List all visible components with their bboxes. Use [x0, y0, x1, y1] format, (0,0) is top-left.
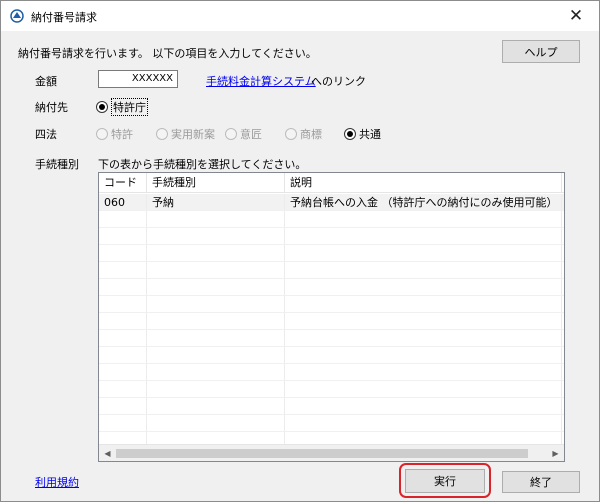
law-radio-utility[interactable]: 実用新案	[156, 126, 215, 142]
instruction-text: 納付番号請求を行います。 以下の項目を入力してください。	[18, 45, 317, 61]
payee-label: 納付先	[35, 99, 68, 115]
table-row-empty	[99, 262, 564, 279]
law-radio-common[interactable]: 共通	[344, 126, 381, 142]
table-row-empty	[99, 415, 564, 432]
horizontal-scrollbar[interactable]: ◀ ▶	[99, 444, 564, 461]
scroll-left-icon[interactable]: ◀	[99, 445, 116, 462]
run-button[interactable]: 実行	[405, 469, 485, 493]
table-row[interactable]: 060 予納 予納台帳への入金 （特許庁への納付にのみ使用可能）	[99, 194, 564, 211]
cell-code: 060	[99, 194, 147, 210]
procedure-instruction: 下の表から手続種別を選択してください。	[98, 156, 306, 172]
procedure-table[interactable]: コード 手続種別 説明 060 予納 予納台帳への入金 （特許庁への納付にのみ使…	[98, 172, 565, 462]
window-title: 納付番号請求	[31, 9, 97, 25]
column-header-code[interactable]: コード	[99, 173, 147, 193]
law-option-label: 商標	[300, 126, 322, 142]
cell-type: 予納	[147, 194, 285, 210]
amount-label: 金額	[35, 73, 57, 89]
table-row-empty	[99, 279, 564, 296]
title-bar: 納付番号請求 ✕	[1, 1, 599, 31]
radio-indicator	[285, 128, 297, 140]
law-option-label: 共通	[359, 126, 381, 142]
radio-indicator	[96, 101, 108, 113]
law-radio-design[interactable]: 意匠	[225, 126, 262, 142]
table-row-empty	[99, 211, 564, 228]
table-row-empty	[99, 330, 564, 347]
column-header-type[interactable]: 手続種別	[147, 173, 285, 193]
close-icon: ✕	[569, 6, 583, 26]
link-suffix-text: へのリンク	[311, 73, 366, 89]
table-body: 060 予納 予納台帳への入金 （特許庁への納付にのみ使用可能）	[99, 194, 564, 443]
radio-indicator	[344, 128, 356, 140]
radio-indicator	[225, 128, 237, 140]
radio-indicator	[156, 128, 168, 140]
terms-of-use-link[interactable]: 利用規約	[35, 474, 79, 490]
column-header-description[interactable]: 説明	[285, 173, 562, 193]
scroll-right-icon[interactable]: ▶	[547, 445, 564, 462]
law-label: 四法	[35, 126, 57, 142]
table-row-empty	[99, 296, 564, 313]
end-button[interactable]: 終了	[502, 471, 580, 493]
radio-indicator	[96, 128, 108, 140]
law-radio-patent[interactable]: 特許	[96, 126, 133, 142]
table-row-empty	[99, 228, 564, 245]
dialog-body: 納付番号請求を行います。 以下の項目を入力してください。 ヘルプ 金額 XXXX…	[1, 31, 599, 501]
close-button[interactable]: ✕	[553, 1, 599, 31]
table-row-empty	[99, 381, 564, 398]
law-option-label: 特許	[111, 126, 133, 142]
payee-radio-jpo[interactable]: 特許庁	[96, 98, 148, 116]
payee-option-label: 特許庁	[111, 98, 148, 116]
table-row-empty	[99, 364, 564, 381]
law-option-label: 実用新案	[171, 126, 215, 142]
table-row-empty	[99, 347, 564, 364]
table-row-empty	[99, 313, 564, 330]
dialog-window: 納付番号請求 ✕ 納付番号請求を行います。 以下の項目を入力してください。 ヘル…	[0, 0, 600, 502]
table-row-empty	[99, 398, 564, 415]
table-row-empty	[99, 245, 564, 262]
law-radio-trademark[interactable]: 商標	[285, 126, 322, 142]
fee-calculator-link[interactable]: 手続料金計算システム	[206, 73, 316, 89]
procedure-label: 手続種別	[35, 156, 79, 172]
help-button[interactable]: ヘルプ	[502, 40, 580, 63]
amount-input[interactable]: XXXXXX	[98, 70, 178, 88]
table-header: コード 手続種別 説明	[99, 173, 564, 193]
scrollbar-thumb[interactable]	[116, 449, 528, 458]
law-option-label: 意匠	[240, 126, 262, 142]
cell-description: 予納台帳への入金 （特許庁への納付にのみ使用可能）	[285, 194, 562, 210]
app-icon	[9, 9, 25, 23]
